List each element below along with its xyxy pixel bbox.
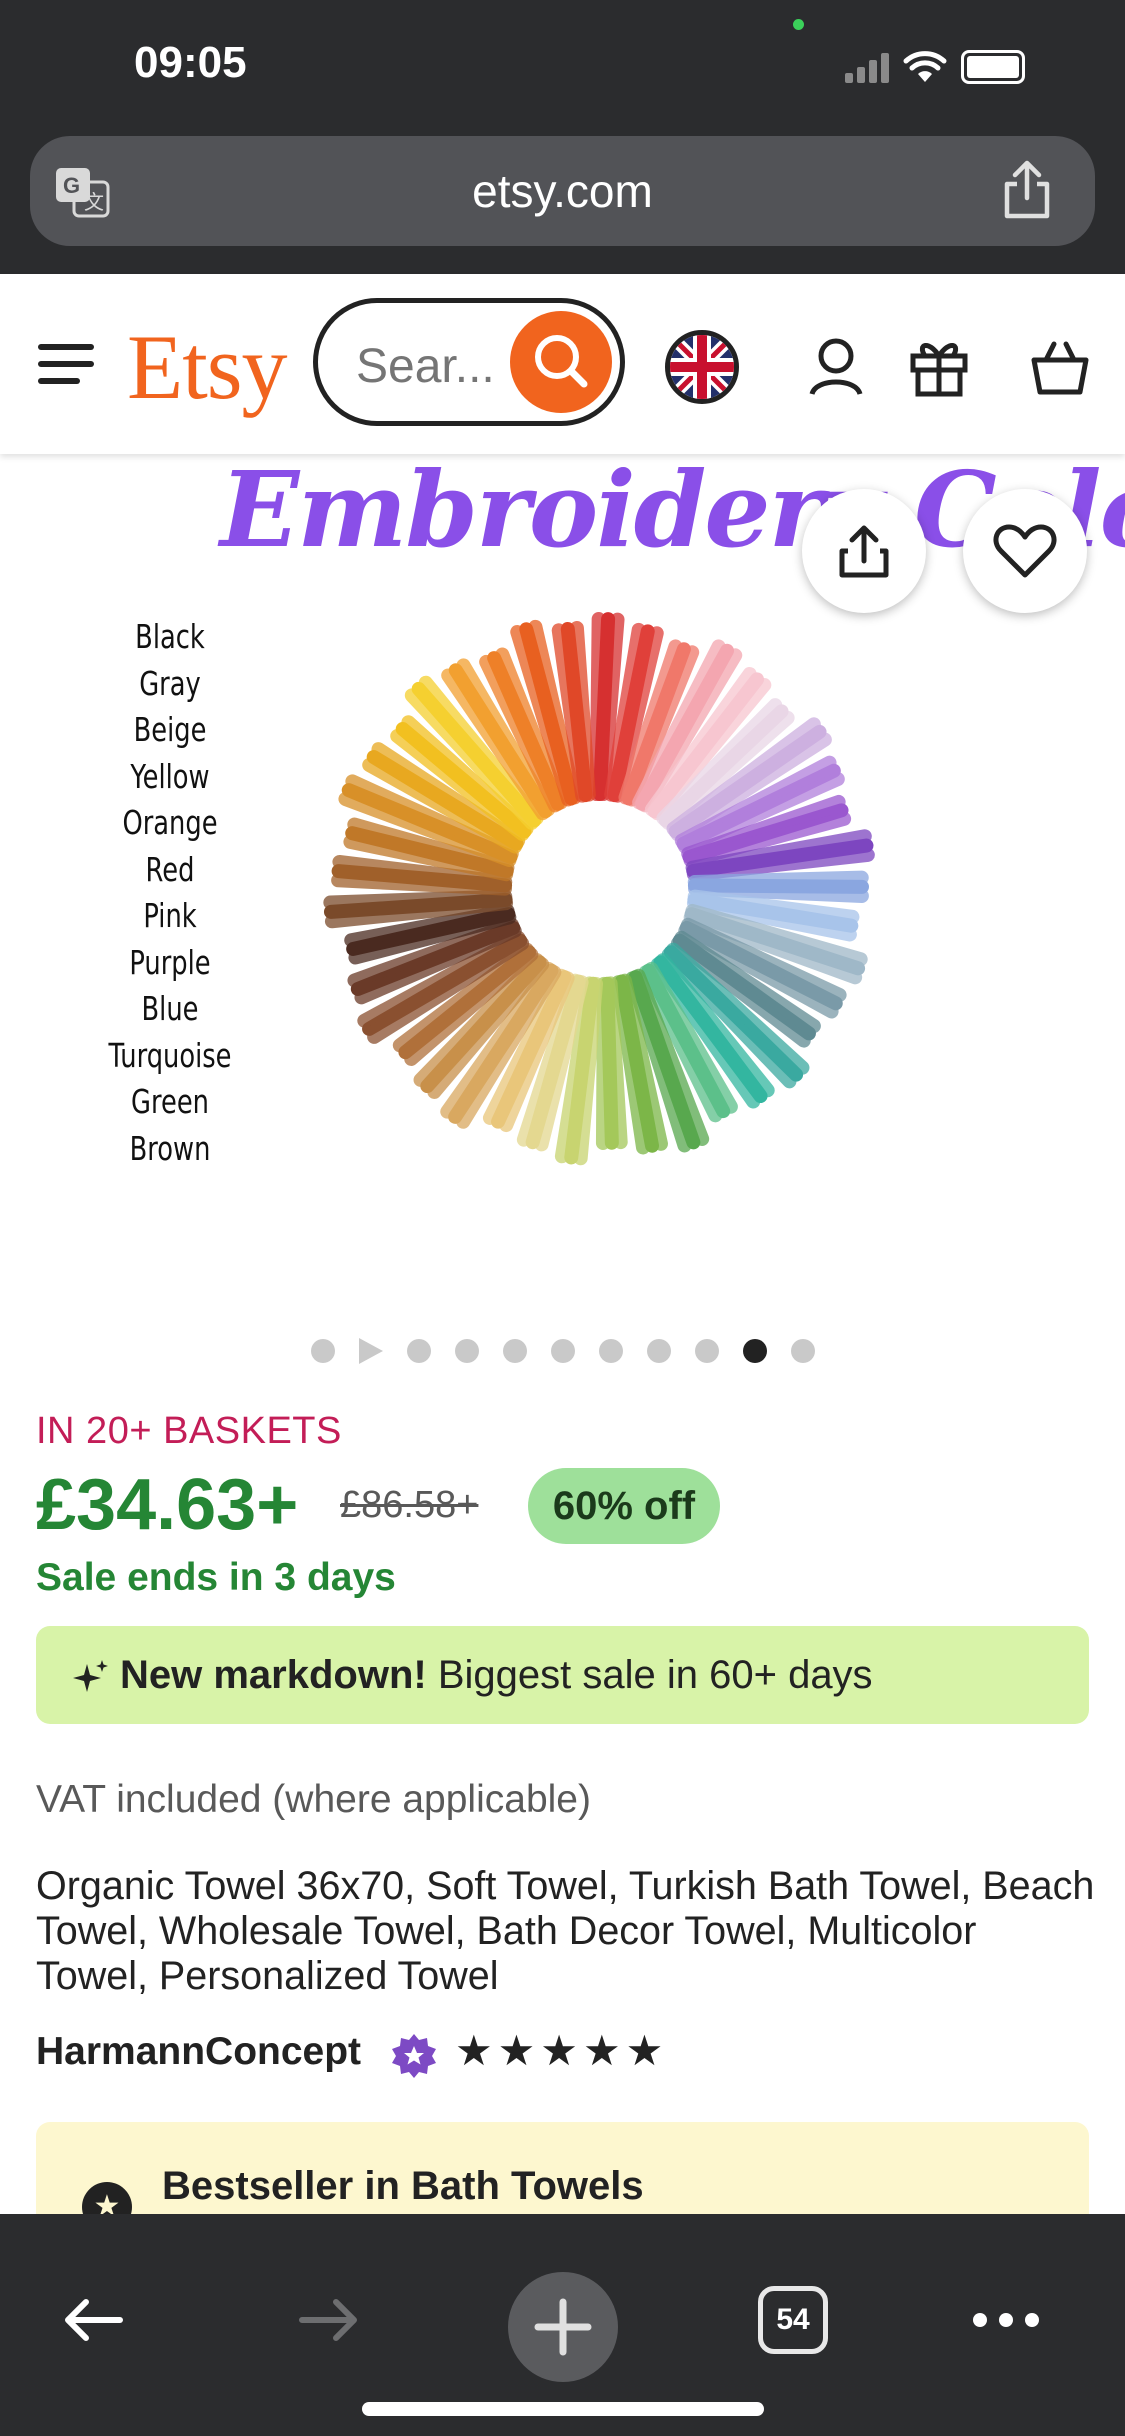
- markdown-banner: New markdown! Biggest sale in 60+ days: [36, 1626, 1089, 1724]
- address-bar[interactable]: G 文 etsy.com: [30, 136, 1095, 246]
- color-name-list: Black Gray Beige Yellow Orange Red Pink …: [108, 614, 233, 1172]
- carousel-dot-active[interactable]: [742, 1339, 767, 1363]
- browser-chrome: G 文 etsy.com: [0, 130, 1125, 274]
- color-name: Turquoise: [108, 1035, 232, 1075]
- vat-note: VAT included (where applicable): [36, 1778, 591, 1821]
- plus-icon: [534, 2298, 592, 2356]
- wifi-icon: [903, 51, 947, 82]
- sale-ends-text: Sale ends in 3 days: [36, 1556, 396, 1599]
- listing-image[interactable]: Embroidery Colors Black Gray Beige Yello…: [0, 454, 1125, 1294]
- color-name: Red: [145, 849, 195, 889]
- video-play-indicator-icon[interactable]: [358, 1338, 383, 1364]
- carousel-dot[interactable]: [790, 1339, 815, 1363]
- url-text[interactable]: etsy.com: [30, 164, 1095, 218]
- sparkle-icon: [73, 1660, 108, 1692]
- image-carousel-indicator[interactable]: [0, 1338, 1125, 1364]
- color-name: Purple: [129, 942, 211, 982]
- search-icon: [535, 335, 588, 388]
- more-options-icon[interactable]: [966, 2280, 1046, 2360]
- color-name: Yellow: [130, 756, 210, 796]
- thread-skein: [323, 889, 513, 910]
- cellular-signal-icon: [845, 51, 889, 83]
- seller-name-link[interactable]: HarmannConcept: [36, 2030, 361, 2074]
- carousel-dot[interactable]: [310, 1339, 335, 1363]
- menu-icon[interactable]: [38, 344, 94, 384]
- color-name: Pink: [143, 896, 197, 935]
- status-bar: 09:05: [0, 0, 1125, 130]
- carousel-dot[interactable]: [598, 1339, 623, 1363]
- status-time: 09:05: [134, 38, 247, 87]
- sale-price: £34.63+: [36, 1465, 299, 1545]
- carousel-dot[interactable]: [646, 1339, 671, 1363]
- region-flag-icon[interactable]: [665, 330, 739, 404]
- carousel-dot[interactable]: [454, 1339, 479, 1363]
- markdown-text: New markdown! Biggest sale in 60+ days: [120, 1653, 873, 1698]
- color-name: Blue: [141, 989, 199, 1028]
- color-name: Brown: [129, 1128, 211, 1168]
- status-icons: [845, 50, 1025, 84]
- tab-count-button[interactable]: 54: [758, 2286, 828, 2354]
- account-icon[interactable]: [804, 334, 868, 398]
- carousel-dot[interactable]: [502, 1339, 527, 1363]
- carousel-dot[interactable]: [406, 1339, 431, 1363]
- markdown-label: New markdown!: [120, 1653, 427, 1697]
- carousel-dot[interactable]: [550, 1339, 575, 1363]
- original-price: £86.58+: [340, 1484, 479, 1526]
- thread-skein: [595, 976, 611, 1150]
- carousel-dot[interactable]: [694, 1339, 719, 1363]
- bestseller-text: Bestseller in Bath Towels: [162, 2164, 644, 2208]
- color-name: Orange: [122, 803, 218, 842]
- thread-color-wheel: [323, 612, 875, 1166]
- color-name: Gray: [139, 663, 201, 703]
- rating-stars[interactable]: ★★★★★: [455, 2026, 668, 2075]
- new-tab-button[interactable]: [508, 2272, 618, 2382]
- forward-arrow-icon[interactable]: [288, 2280, 368, 2360]
- basket-count: IN 20+ BASKETS: [36, 1410, 342, 1452]
- color-name: Green: [131, 1082, 209, 1121]
- share-listing-button[interactable]: [802, 489, 926, 613]
- discount-badge: 60% off: [528, 1468, 720, 1544]
- color-name: Black: [135, 617, 205, 656]
- search-input[interactable]: Sear...: [313, 298, 625, 426]
- gift-icon[interactable]: [907, 334, 971, 398]
- etsy-logo[interactable]: Etsy: [127, 314, 288, 420]
- privacy-indicator: [793, 19, 804, 30]
- color-name: Beige: [133, 710, 207, 749]
- markdown-detail: Biggest sale in 60+ days: [426, 1653, 873, 1697]
- search-button[interactable]: [510, 311, 612, 413]
- battery-icon: [961, 50, 1025, 84]
- share-icon[interactable]: [997, 158, 1057, 222]
- favorite-button[interactable]: [963, 489, 1087, 613]
- star-seller-badge-icon: [392, 2034, 436, 2078]
- wheel-center: [515, 804, 685, 974]
- search-placeholder: Sear...: [356, 340, 495, 393]
- back-arrow-icon[interactable]: [54, 2280, 134, 2360]
- site-header: Etsy Sear...: [0, 274, 1125, 454]
- cart-icon[interactable]: [1028, 334, 1092, 398]
- share-icon: [839, 525, 889, 578]
- heart-icon: [993, 524, 1057, 578]
- home-indicator[interactable]: [362, 2402, 764, 2416]
- browser-toolbar: 54: [0, 2214, 1125, 2436]
- listing-title: Organic Towel 36x70, Soft Towel, Turkish…: [36, 1864, 1095, 1998]
